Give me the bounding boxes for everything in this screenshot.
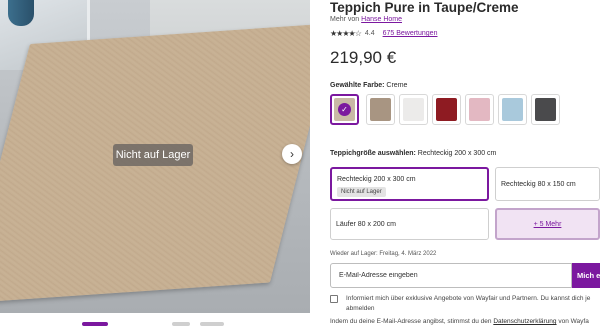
size-label: Teppichgröße auswählen: Rechteckig 200 x… [330, 150, 496, 157]
brand-prefix: Mehr von [330, 16, 360, 23]
swatch-fill [370, 98, 391, 121]
thumbnail-indicator[interactable] [172, 322, 190, 326]
product-title: Teppich Pure in Taupe/Creme [330, 0, 519, 15]
swatch-hellblau[interactable] [498, 94, 527, 125]
swatch-weiss[interactable] [399, 94, 428, 125]
out-of-stock-badge: Nicht auf Lager [113, 144, 193, 166]
swatch-creme[interactable]: ✓ [330, 94, 359, 125]
rating-value: 4.4 [364, 30, 375, 37]
size-option-label: Rechteckig 200 x 300 cm [337, 176, 416, 183]
swatch-fill [535, 98, 556, 121]
swatch-taupe[interactable] [366, 94, 395, 125]
size-label-value: Rechteckig 200 x 300 cm [417, 150, 497, 157]
size-option-label: Läufer 80 x 200 cm [336, 221, 396, 228]
swatch-anthrazit[interactable] [531, 94, 560, 125]
chevron-right-icon: › [290, 147, 294, 161]
consent-checkbox[interactable] [330, 295, 338, 303]
swatch-fill [403, 98, 424, 121]
swatch-rosa[interactable] [465, 94, 494, 125]
privacy-policy-link[interactable]: Datenschutzerklärung [493, 318, 556, 325]
reviews-link[interactable]: 675 Bewertungen [383, 30, 438, 37]
swatch-fill [436, 98, 457, 121]
color-label: Gewählte Farbe: Creme [330, 82, 407, 89]
size-option-label: Rechteckig 80 x 150 cm [501, 181, 576, 188]
more-sizes-button[interactable]: + 5 Mehr [495, 208, 600, 240]
next-image-button[interactable]: › [282, 144, 302, 164]
star-rating-icon: ★★★★☆ [330, 29, 362, 38]
swatch-fill [469, 98, 490, 121]
swatch-fill [502, 98, 523, 121]
size-option-80x150[interactable]: Rechteckig 80 x 150 cm [495, 167, 600, 201]
privacy-prefix: Indem du deine E-Mail-Adresse angibst, s… [330, 318, 492, 325]
restock-date: Wieder auf Lager: Freitag, 4. März 2022 [330, 251, 437, 257]
color-label-value: Creme [386, 82, 408, 89]
brand-link[interactable]: Hanse Home [361, 16, 402, 23]
product-details-panel: Teppich Pure in Taupe/Creme Mehr von Han… [330, 0, 600, 326]
thumbnail-strip [0, 318, 310, 326]
size-option-80x200[interactable]: Läufer 80 x 200 cm [330, 208, 489, 240]
privacy-notice: Indem du deine E-Mail-Adresse angibst, s… [330, 318, 589, 325]
size-option-200x300[interactable]: Rechteckig 200 x 300 cm Nicht auf Lager [330, 167, 489, 201]
email-field[interactable] [330, 263, 572, 288]
vase-image [8, 0, 34, 26]
consent-line-2: abmelden [346, 305, 375, 312]
brand-line: Mehr von Hanse Home [330, 16, 402, 23]
privacy-suffix: von Wayfa [558, 318, 589, 325]
thumbnail-indicator[interactable] [82, 322, 108, 326]
consent-line-1: Informiert mich über exklusive Angebote … [346, 295, 591, 302]
more-sizes-label: + 5 Mehr [533, 220, 562, 228]
swatch-rot[interactable] [432, 94, 461, 125]
rating-row: ★★★★☆ 4.4 675 Bewertungen [330, 29, 437, 38]
size-out-of-stock-badge: Nicht auf Lager [337, 187, 386, 197]
color-label-title: Gewählte Farbe: [330, 82, 385, 89]
product-image-gallery[interactable]: Nicht auf Lager › [0, 0, 310, 313]
thumbnail-indicator[interactable] [200, 322, 224, 326]
checkmark-icon: ✓ [338, 103, 351, 116]
color-swatches: ✓ [330, 94, 600, 125]
consent-text: Informiert mich über exklusive Angebote … [346, 294, 600, 314]
notify-me-button[interactable]: Mich er [572, 263, 600, 288]
size-label-title: Teppichgröße auswählen: [330, 150, 416, 157]
product-price: 219,90 € [330, 48, 397, 67]
